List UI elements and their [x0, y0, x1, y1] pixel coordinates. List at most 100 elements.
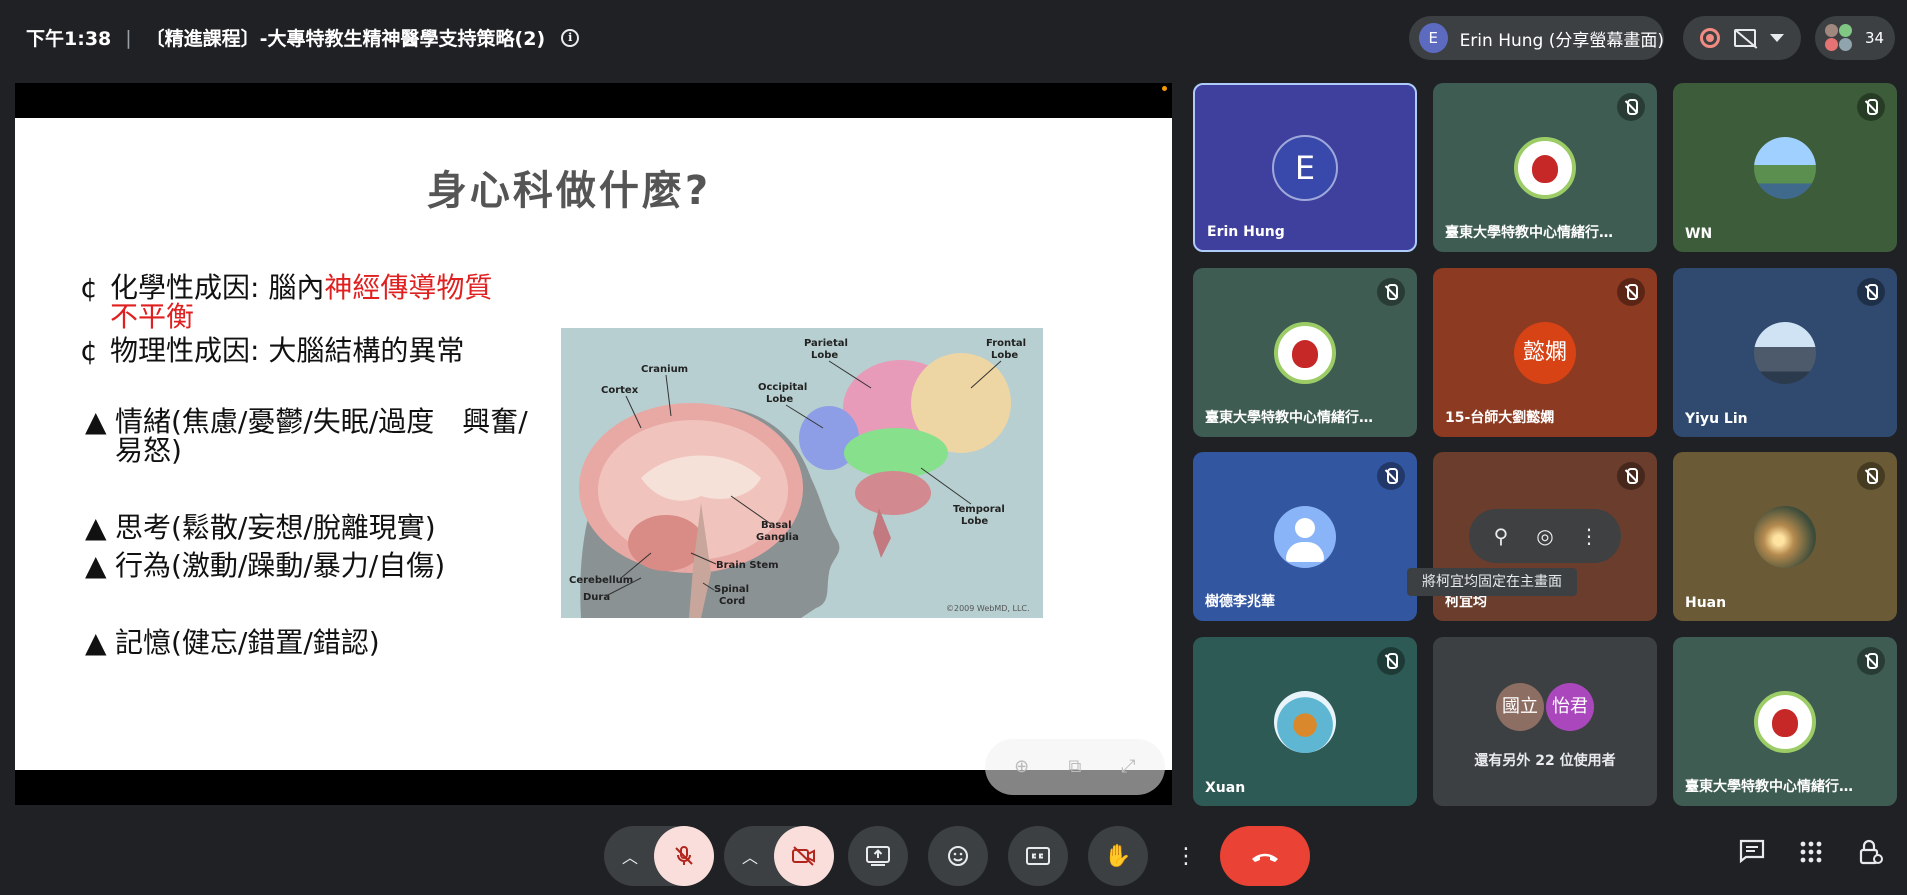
- mic-off-icon: [675, 846, 693, 865]
- more-options-icon[interactable]: ⋮: [1573, 524, 1605, 548]
- avatar: 國立: [1496, 683, 1544, 731]
- captions-icon: [1026, 847, 1050, 865]
- mic-options-chevron-icon[interactable]: ︿: [622, 844, 638, 868]
- bullet-mark: ▲: [85, 626, 107, 659]
- avatar: 懿嫻: [1514, 321, 1576, 384]
- mic-toggle-button[interactable]: [654, 826, 714, 886]
- tile-hover-controls: ⚲ ◎ ⋮: [1469, 509, 1621, 563]
- avatar: [1274, 505, 1336, 568]
- participant-tile[interactable]: Huan: [1673, 452, 1897, 621]
- avatar: [1754, 690, 1816, 753]
- chevron-down-icon[interactable]: [1770, 34, 1784, 42]
- label-parietal: Parietal: [804, 338, 848, 349]
- leave-call-button[interactable]: [1220, 826, 1310, 886]
- label-occipital: Occipital: [758, 382, 807, 393]
- raise-hand-button[interactable]: ✋: [1088, 826, 1148, 886]
- brain-illustration: Cranium Cortex Parietal Lobe Frontal Lob…: [569, 338, 1030, 618]
- slide-bullet: ¢ 物理性成因: 大腦結構的異常: [80, 336, 520, 365]
- avatar: E: [1272, 134, 1338, 201]
- avatar: [1754, 505, 1816, 568]
- pin-tooltip: 將柯宜均固定在主畫面: [1407, 568, 1577, 596]
- presenter-label: Erin Hung (分享螢幕畫面): [1459, 30, 1664, 51]
- participant-tile[interactable]: 臺東大學特教中心情緒行…: [1193, 268, 1417, 437]
- bullet-mark: ¢: [80, 271, 98, 304]
- participant-tile[interactable]: 懿嫻 15-台師大劉懿嫻: [1433, 268, 1657, 437]
- avatar: 怡君: [1546, 683, 1594, 731]
- mic-off-icon: [1617, 278, 1645, 306]
- activities-grid-icon[interactable]: [1793, 838, 1829, 874]
- pop-out-icon[interactable]: ⧉: [1060, 752, 1090, 782]
- slide: 身心科做什麼? ¢ 化學性成因: 腦內神經傳導物質不平衡 ¢ 物理性成因: 大腦…: [15, 118, 1172, 770]
- avatar: [1274, 690, 1336, 753]
- recording-icon[interactable]: [1700, 28, 1720, 48]
- clock-time: 下午1:38: [26, 28, 112, 50]
- chat-icon[interactable]: [1734, 838, 1770, 874]
- participant-tile[interactable]: Xuan: [1193, 637, 1417, 806]
- label-cortex: Cortex: [601, 385, 639, 396]
- mic-off-icon: [1377, 462, 1405, 490]
- mic-off-icon: [1857, 93, 1885, 121]
- info-icon[interactable]: i: [561, 28, 580, 47]
- slide-bullet: ▲ 思考(鬆散/妄想/脫離現實): [85, 513, 535, 542]
- camera-options-chevron-icon[interactable]: ︿: [742, 844, 758, 868]
- participant-tile[interactable]: WN: [1673, 83, 1897, 252]
- brain-diagram: Cranium Cortex Parietal Lobe Frontal Lob…: [561, 328, 1043, 618]
- more-options-button[interactable]: ⋮: [1168, 826, 1204, 886]
- bullet-text: 情緒(焦慮/憂鬱/失眠/過度 興奮/易怒): [115, 405, 528, 467]
- captions-button[interactable]: [1008, 826, 1068, 886]
- others-label: 還有另外 22 位使用者: [1474, 753, 1616, 769]
- copyright-label: ©2009 WebMD, LLC.: [946, 604, 1030, 613]
- mic-off-icon: [1857, 462, 1885, 490]
- mic-off-icon: [1857, 647, 1885, 675]
- participant-tile[interactable]: E Erin Hung: [1193, 83, 1417, 252]
- captions-off-icon[interactable]: [1734, 29, 1756, 47]
- meeting-title: 〔精進課程〕-大專特教生精神醫學支持策略(2): [145, 28, 546, 50]
- label-cerebellum: Cerebellum: [569, 575, 633, 586]
- label-occipital-lobe: Lobe: [766, 394, 793, 405]
- raise-hand-icon: ✋: [1104, 843, 1132, 869]
- participant-tile[interactable]: 臺東大學特教中心情緒行…: [1673, 637, 1897, 806]
- avatar: [1274, 321, 1336, 384]
- reactions-button[interactable]: [928, 826, 988, 886]
- meeting-header: 下午1:38 | 〔精進課程〕-大專特教生精神醫學支持策略(2) i: [26, 24, 580, 51]
- label-cord: Cord: [719, 596, 745, 607]
- zoom-in-icon[interactable]: ⊕: [1007, 752, 1037, 782]
- label-cranium: Cranium: [641, 364, 688, 375]
- avatar: [1754, 136, 1816, 199]
- avatar: [1754, 321, 1816, 384]
- label-frontal-lobe: Lobe: [991, 350, 1018, 361]
- bullet-mark: ▲: [85, 405, 107, 438]
- presentation-zoom-bar: ⊕ ⧉ ⤢: [985, 739, 1165, 795]
- mic-off-icon: [1617, 462, 1645, 490]
- participant-tile[interactable]: 臺東大學特教中心情緒行…: [1433, 83, 1657, 252]
- participant-tile[interactable]: 樹德李兆華: [1193, 452, 1417, 621]
- bullet-text: 思考(鬆散/妄想/脫離現實): [115, 511, 436, 544]
- mic-off-icon: [1377, 647, 1405, 675]
- participant-name: Erin Hung: [1207, 224, 1285, 240]
- present-screen-icon: [866, 846, 890, 866]
- avatar: [1514, 136, 1576, 199]
- fullscreen-icon[interactable]: ⤢: [1113, 752, 1143, 782]
- participants-button[interactable]: 34: [1815, 16, 1895, 60]
- slide-bullet: ▲ 記憶(健忘/錯置/錯認): [85, 628, 535, 657]
- camera-off-icon: [792, 846, 815, 866]
- label-frontal: Frontal: [986, 338, 1026, 349]
- mute-participant-icon[interactable]: ◎: [1529, 524, 1561, 548]
- label-spinal: Spinal: [714, 584, 749, 595]
- present-button[interactable]: [848, 826, 908, 886]
- camera-toggle-button[interactable]: [774, 826, 834, 886]
- host-controls-lock-icon[interactable]: [1853, 838, 1889, 874]
- participant-tile[interactable]: Yiyu Lin: [1673, 268, 1897, 437]
- others-tile[interactable]: 國立 怡君 還有另外 22 位使用者: [1433, 637, 1657, 806]
- participant-name: 臺東大學特教中心情緒行…: [1445, 225, 1613, 241]
- participant-name: 樹德李兆華: [1205, 594, 1275, 610]
- slide-bullet: ▲ 行為(激動/躁動/暴力/自傷): [85, 551, 535, 580]
- presenter-chip[interactable]: E Erin Hung (分享螢幕畫面): [1409, 16, 1664, 60]
- bullet-mark: ¢: [80, 334, 98, 367]
- label-ganglia: Ganglia: [756, 532, 799, 543]
- status-dot: [1162, 86, 1167, 91]
- recording-controls[interactable]: [1683, 16, 1801, 60]
- presentation-stage[interactable]: 身心科做什麼? ¢ 化學性成因: 腦內神經傳導物質不平衡 ¢ 物理性成因: 大腦…: [15, 83, 1172, 805]
- slide-bullet: ▲ 情緒(焦慮/憂鬱/失眠/過度 興奮/易怒): [85, 407, 535, 465]
- pin-icon[interactable]: ⚲: [1485, 524, 1517, 548]
